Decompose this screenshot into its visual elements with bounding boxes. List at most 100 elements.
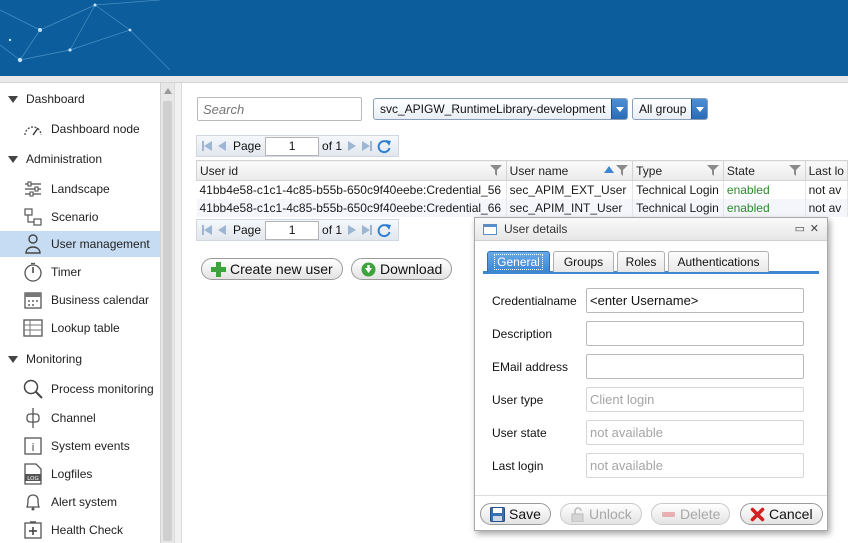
cell-state: enabled [723,198,806,217]
minus-icon [660,506,676,522]
tab-groups[interactable]: Groups [553,251,614,272]
user-state-field: not available [586,420,804,445]
section-label: Monitoring [26,352,83,366]
timer-icon [22,261,44,283]
button-label: Delete [680,506,721,522]
sidebar-item-label: Lookup table [51,321,120,335]
user-table: User id User name Type State Last lo 41b… [196,160,848,217]
column-header-last-login[interactable]: Last lo [804,160,848,181]
channel-icon [22,407,44,429]
sidebar-item-health-check[interactable]: Health Check [0,517,160,543]
sidebar-item-logfiles[interactable]: LOG Logfiles [0,461,160,487]
info-icon: i [22,435,44,457]
chevron-down-icon[interactable] [611,99,627,119]
scenario-icon [22,206,44,228]
scroll-up-icon[interactable] [164,88,172,94]
sidebar-item-scenario[interactable]: Scenario [0,204,160,230]
cancel-button[interactable]: Cancel [740,503,823,525]
table-row[interactable]: 41bb4e58-c1c1-4c85-b55b-650c9f40eebe:Cre… [196,180,848,199]
close-icon[interactable]: ✕ [810,222,819,235]
delete-button[interactable]: Delete [651,503,731,525]
prev-page-icon[interactable] [217,225,227,235]
credentialname-field[interactable]: <enter Username> [586,288,804,313]
health-icon [22,519,44,541]
restore-icon[interactable]: ▭ [795,222,805,235]
column-header-user-name[interactable]: User name [505,160,634,181]
unlock-button[interactable]: Unlock [560,503,642,525]
svg-text:LOG: LOG [27,476,38,482]
filter-icon[interactable] [706,165,719,176]
first-page-icon[interactable] [202,141,212,151]
sidebar-item-label: Logfiles [51,467,93,481]
last-page-icon[interactable] [362,225,373,235]
sidebar-item-channel[interactable]: Channel [0,405,160,431]
sidebar-item-label: Alert system [51,495,118,509]
group-select[interactable]: All group [632,98,708,120]
create-new-user-button[interactable]: Create new user [201,258,343,280]
page-count: of 1 [322,223,343,237]
section-dashboard[interactable]: Dashboard [8,89,85,109]
section-administration[interactable]: Administration [8,149,102,169]
search-input[interactable] [197,97,362,121]
save-button[interactable]: Save [480,503,551,525]
first-page-icon[interactable] [202,225,212,235]
sliders-icon [22,178,44,200]
section-monitoring[interactable]: Monitoring [8,349,82,369]
prev-page-icon[interactable] [217,141,227,151]
user-state-label: User state [492,426,547,440]
chevron-down-icon[interactable] [691,99,707,119]
table-row[interactable]: 41bb4e58-c1c1-4c85-b55b-650c9f40eebe:Cre… [196,198,848,217]
sidebar-scrollbar[interactable] [160,83,174,543]
sidebar-item-dashboard-node[interactable]: Dashboard node [0,116,160,142]
page-number-input[interactable]: 1 [265,220,320,240]
user-icon [22,233,44,255]
header-divider [0,76,848,83]
sidebar-item-label: Timer [51,265,82,279]
filter-icon[interactable] [616,165,629,176]
email-label: EMail address [492,360,569,374]
tab-general[interactable]: General [487,251,550,272]
sidebar-nav: Dashboard Dashboard node Administration … [0,83,160,543]
cell-last-login: not av [805,180,848,199]
floppy-disk-icon [489,506,505,522]
panel-splitter[interactable] [174,83,182,543]
section-label: Administration [26,152,103,166]
sidebar-item-alert-system[interactable]: Alert system [0,489,160,515]
download-button[interactable]: Download [351,258,453,280]
refresh-icon[interactable] [376,222,392,238]
sort-ascending-icon[interactable] [604,166,615,173]
calendar-icon [22,289,44,311]
table-icon [22,317,44,339]
filter-icon[interactable] [788,165,801,176]
page-number-input[interactable]: 1 [265,136,320,156]
sidebar-item-lookup-table[interactable]: Lookup table [0,315,160,341]
email-field[interactable] [586,354,804,379]
column-header-type[interactable]: Type [632,160,724,181]
tab-label: Roles [625,255,657,269]
sidebar-item-business-calendar[interactable]: Business calendar [0,287,160,313]
column-label: Type [636,163,663,178]
description-field[interactable] [586,321,804,346]
next-page-icon[interactable] [347,225,357,235]
collapse-arrow-icon [8,155,18,163]
page-label: Page [233,223,262,237]
tab-authentications[interactable]: Authentications [668,251,769,272]
plus-icon [210,261,226,277]
button-label: Unlock [589,506,632,522]
next-page-icon[interactable] [347,141,357,151]
refresh-icon[interactable] [376,138,392,154]
cell-type: Technical Login [632,180,724,199]
scrollbar-thumb[interactable] [163,101,172,541]
sidebar-item-system-events[interactable]: i System events [0,433,160,459]
filter-icon[interactable] [489,165,502,176]
column-header-state[interactable]: State [722,160,806,181]
sidebar-item-timer[interactable]: Timer [0,259,160,285]
last-page-icon[interactable] [362,141,373,151]
column-header-user-id[interactable]: User id [196,160,507,181]
tab-roles[interactable]: Roles [617,251,665,272]
dialog-titlebar[interactable]: User details ▭ ✕ [475,218,827,241]
library-select[interactable]: svc_APIGW_RuntimeLibrary-development [373,98,628,120]
sidebar-item-user-management[interactable]: User management [0,231,160,257]
sidebar-item-landscape[interactable]: Landscape [0,176,160,202]
sidebar-item-process-monitoring[interactable]: Process monitoring [0,376,160,402]
